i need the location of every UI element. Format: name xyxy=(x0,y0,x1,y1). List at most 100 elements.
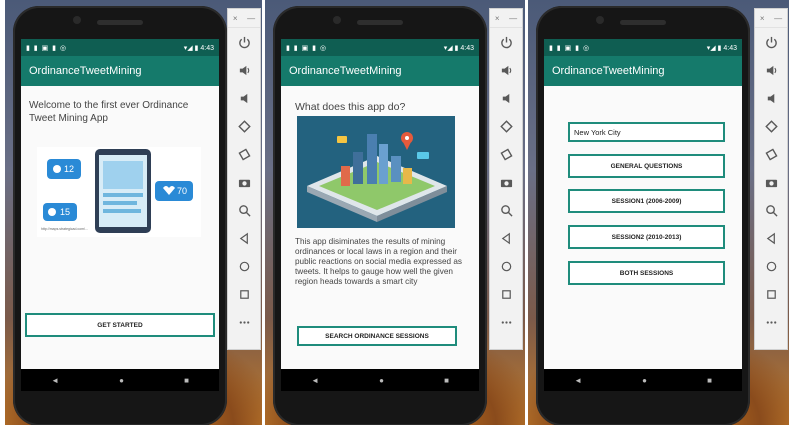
close-icon[interactable]: × xyxy=(495,14,500,23)
recents-icon[interactable]: ■ xyxy=(707,376,712,385)
likes-count: 15 xyxy=(60,207,71,217)
home-icon[interactable]: ● xyxy=(119,376,124,385)
session1-button[interactable]: SESSION1 (2006-2009) xyxy=(568,189,725,213)
status-icons-right: ▾◢ ▮ 4:43 xyxy=(706,44,737,52)
status-icons-left: ▮ ▮ ▣ ▮ ◎ xyxy=(286,44,328,52)
speaker-grille xyxy=(357,20,403,25)
volume-up-icon[interactable] xyxy=(496,56,516,84)
front-camera-icon xyxy=(596,16,604,24)
home-circle-icon[interactable] xyxy=(761,252,781,280)
rotate-left-icon[interactable] xyxy=(234,112,254,140)
city-input[interactable]: New York City xyxy=(568,122,725,142)
overview-square-icon[interactable] xyxy=(234,280,254,308)
home-circle-icon[interactable] xyxy=(234,252,254,280)
image-caption: http://maps.strategicad.com/... xyxy=(41,227,88,231)
phone-frame: ▮ ▮ ▣ ▮ ◎ ▾◢ ▮ 4:43 OrdinanceTweetMining… xyxy=(273,6,487,425)
home-circle-icon[interactable] xyxy=(496,252,516,280)
overview-square-icon[interactable] xyxy=(761,280,781,308)
phone-screen: ▮ ▮ ▣ ▮ ◎ ▾◢ ▮ 4:43 OrdinanceTweetMining… xyxy=(544,39,742,369)
toolbar-window-controls: × — xyxy=(755,9,787,28)
front-camera-icon xyxy=(73,16,81,24)
welcome-text: Welcome to the first ever Ordinance Twee… xyxy=(29,100,189,124)
hearts-count: 70 xyxy=(177,186,188,196)
home-icon[interactable]: ● xyxy=(642,376,647,385)
rotate-right-icon[interactable] xyxy=(761,140,781,168)
app-bar: OrdinanceTweetMining xyxy=(21,56,219,86)
search-ordinance-sessions-button[interactable]: SEARCH ORDINANCE SESSIONS xyxy=(297,326,457,346)
clock: 4:43 xyxy=(723,44,737,52)
emulator-panel-1: ▮ ▮ ▣ ▮ ◎ ▾◢ ▮ 4:43 OrdinanceTweetMining… xyxy=(5,0,262,425)
section-heading: What does this app do? xyxy=(295,101,406,113)
rotate-left-icon[interactable] xyxy=(496,112,516,140)
recents-icon[interactable]: ■ xyxy=(444,376,449,385)
emulator-panel-2: ▮ ▮ ▣ ▮ ◎ ▾◢ ▮ 4:43 OrdinanceTweetMining… xyxy=(265,0,525,425)
volume-up-icon[interactable] xyxy=(234,56,254,84)
rotate-right-icon[interactable] xyxy=(234,140,254,168)
power-icon[interactable] xyxy=(761,28,781,56)
back-icon[interactable]: ◄ xyxy=(311,376,319,385)
camera-icon[interactable] xyxy=(761,168,781,196)
back-triangle-icon[interactable] xyxy=(234,224,254,252)
app-bar: OrdinanceTweetMining xyxy=(544,56,742,86)
comments-count: 12 xyxy=(64,164,75,174)
volume-down-icon[interactable] xyxy=(496,84,516,112)
zoom-icon[interactable] xyxy=(234,196,254,224)
city-on-phone-image xyxy=(297,116,455,228)
volume-down-icon[interactable] xyxy=(234,84,254,112)
session2-button[interactable]: SESSION2 (2010-2013) xyxy=(568,225,725,249)
recents-icon[interactable]: ■ xyxy=(184,376,189,385)
emulator-toolbar: × — xyxy=(754,8,788,350)
power-icon[interactable] xyxy=(234,28,254,56)
status-icons-right: ▾◢ ▮ 4:43 xyxy=(183,44,214,52)
more-icon[interactable] xyxy=(234,308,254,336)
more-icon[interactable] xyxy=(496,308,516,336)
toolbar-window-controls: × — xyxy=(228,9,260,28)
phone-screen: ▮ ▮ ▣ ▮ ◎ ▾◢ ▮ 4:43 OrdinanceTweetMining… xyxy=(21,39,219,369)
zoom-icon[interactable] xyxy=(761,196,781,224)
minimize-icon[interactable]: — xyxy=(774,14,782,23)
close-icon[interactable]: × xyxy=(233,14,238,23)
smart-city-illustration xyxy=(297,116,455,228)
status-bar: ▮ ▮ ▣ ▮ ◎ ▾◢ ▮ 4:43 xyxy=(281,39,479,56)
camera-icon[interactable] xyxy=(234,168,254,196)
phone-frame: ▮ ▮ ▣ ▮ ◎ ▾◢ ▮ 4:43 OrdinanceTweetMining… xyxy=(13,6,227,425)
app-title: OrdinanceTweetMining xyxy=(29,65,142,77)
clock: 4:43 xyxy=(460,44,474,52)
phone-screen: ▮ ▮ ▣ ▮ ◎ ▾◢ ▮ 4:43 OrdinanceTweetMining… xyxy=(281,39,479,369)
app-title: OrdinanceTweetMining xyxy=(552,65,665,77)
overview-square-icon[interactable] xyxy=(496,280,516,308)
rotate-right-icon[interactable] xyxy=(496,140,516,168)
speaker-grille xyxy=(620,20,666,25)
more-icon[interactable] xyxy=(761,308,781,336)
back-icon[interactable]: ◄ xyxy=(51,376,59,385)
navigation-bar: ◄ ● ■ xyxy=(21,369,219,391)
zoom-icon[interactable] xyxy=(496,196,516,224)
navigation-bar: ◄ ● ■ xyxy=(281,369,479,391)
power-icon[interactable] xyxy=(496,28,516,56)
get-started-button[interactable]: GET STARTED xyxy=(25,313,215,337)
back-icon[interactable]: ◄ xyxy=(574,376,582,385)
back-triangle-icon[interactable] xyxy=(496,224,516,252)
social-media-illustration: 12 15 70 http://maps.strategicad.com/... xyxy=(37,147,201,237)
toolbar-window-controls: × — xyxy=(490,9,522,28)
emulator-toolbar: × — xyxy=(227,8,261,350)
emulator-toolbar: × — xyxy=(489,8,523,350)
rotate-left-icon[interactable] xyxy=(761,112,781,140)
status-icons-right: ▾◢ ▮ 4:43 xyxy=(443,44,474,52)
minimize-icon[interactable]: — xyxy=(509,14,517,23)
volume-up-icon[interactable] xyxy=(761,56,781,84)
volume-down-icon[interactable] xyxy=(761,84,781,112)
close-icon[interactable]: × xyxy=(760,14,765,23)
general-questions-button[interactable]: GENERAL QUESTIONS xyxy=(568,154,725,178)
camera-icon[interactable] xyxy=(496,168,516,196)
back-triangle-icon[interactable] xyxy=(761,224,781,252)
status-icons-left: ▮ ▮ ▣ ▮ ◎ xyxy=(549,44,591,52)
app-description: This app disiminates the results of mini… xyxy=(295,237,463,286)
clock: 4:43 xyxy=(200,44,214,52)
app-bar: OrdinanceTweetMining xyxy=(281,56,479,86)
navigation-bar: ◄ ● ■ xyxy=(544,369,742,391)
minimize-icon[interactable]: — xyxy=(247,14,255,23)
both-sessions-button[interactable]: BOTH SESSIONS xyxy=(568,261,725,285)
front-camera-icon xyxy=(333,16,341,24)
home-icon[interactable]: ● xyxy=(379,376,384,385)
